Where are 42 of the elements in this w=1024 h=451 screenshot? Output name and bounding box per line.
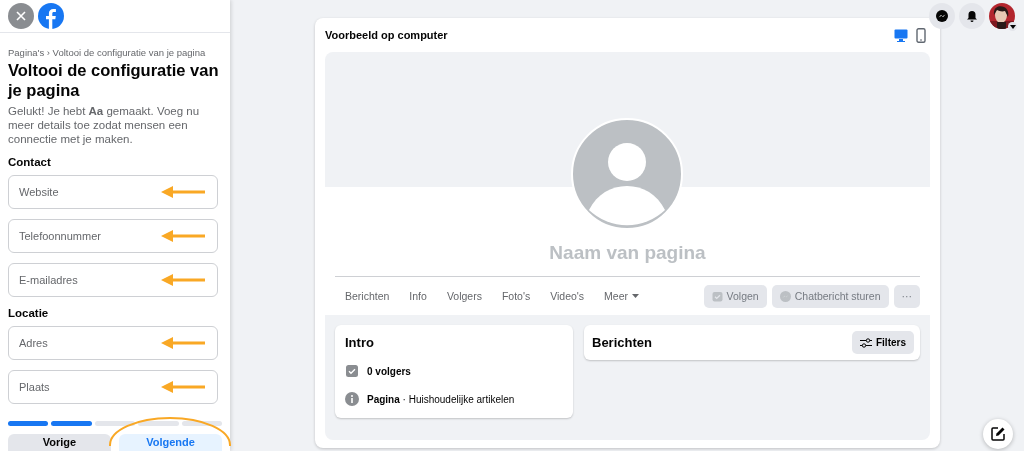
close-button[interactable]: [8, 3, 34, 29]
intro-item: Pagina · Huishoudelijke artikelen: [367, 393, 515, 405]
page-tab[interactable]: Volgers: [436, 290, 492, 302]
page-tab[interactable]: Info: [399, 290, 437, 302]
input-field[interactable]: Website: [8, 175, 218, 209]
input-field[interactable]: Plaats: [8, 370, 218, 404]
card-title: Berichten: [592, 335, 653, 350]
messenger-icon: [936, 10, 948, 22]
section-heading: Locatie: [8, 307, 50, 319]
page-tab[interactable]: Meer: [594, 290, 650, 302]
notifications-button[interactable]: [959, 3, 985, 29]
section-heading: Contact: [8, 156, 52, 168]
preview-title: Voorbeeld op computer: [325, 29, 449, 41]
close-icon: [16, 11, 26, 21]
follow-icon: [711, 290, 723, 302]
messenger-icon: [779, 290, 791, 302]
messenger-button[interactable]: [929, 3, 955, 29]
compose-button[interactable]: [983, 419, 1013, 449]
info-icon: [345, 392, 359, 406]
breadcrumb[interactable]: Pagina's › Voltooi de configuratie van je pagina: [8, 47, 222, 58]
page-name: Naam van pagina: [548, 241, 707, 265]
input-field[interactable]: E-mailadres: [8, 263, 218, 297]
edit-icon: [991, 427, 1005, 441]
phone-icon[interactable]: [916, 27, 926, 43]
page-title: Voltooi de configuratie van je pagina: [8, 60, 220, 100]
back-button[interactable]: Vorige: [8, 434, 111, 451]
bell-icon: [966, 10, 978, 22]
page-tab[interactable]: Foto's: [491, 290, 541, 302]
page-tab[interactable]: Berichten: [335, 290, 400, 302]
desktop-icon[interactable]: [894, 28, 908, 42]
input-field[interactable]: Adres: [8, 326, 218, 360]
page-tab[interactable]: Video's: [540, 290, 595, 302]
next-button[interactable]: Volgende: [119, 434, 222, 451]
card-title: Intro: [345, 335, 375, 350]
filters-button[interactable]: Filters: [852, 331, 914, 354]
intro-text: Gelukt! Je hebt Aa gemaakt. Voeg nu meer details toe zodat mensen een connectie met je maken.: [8, 104, 201, 146]
logo-icon[interactable]: [38, 3, 64, 29]
sliders-icon: [860, 337, 872, 348]
intro-item: 0 volgers: [367, 365, 411, 377]
followers-icon: [345, 364, 359, 378]
input-field[interactable]: Telefoonnummer: [8, 219, 218, 253]
caret-icon: [1009, 24, 1016, 29]
